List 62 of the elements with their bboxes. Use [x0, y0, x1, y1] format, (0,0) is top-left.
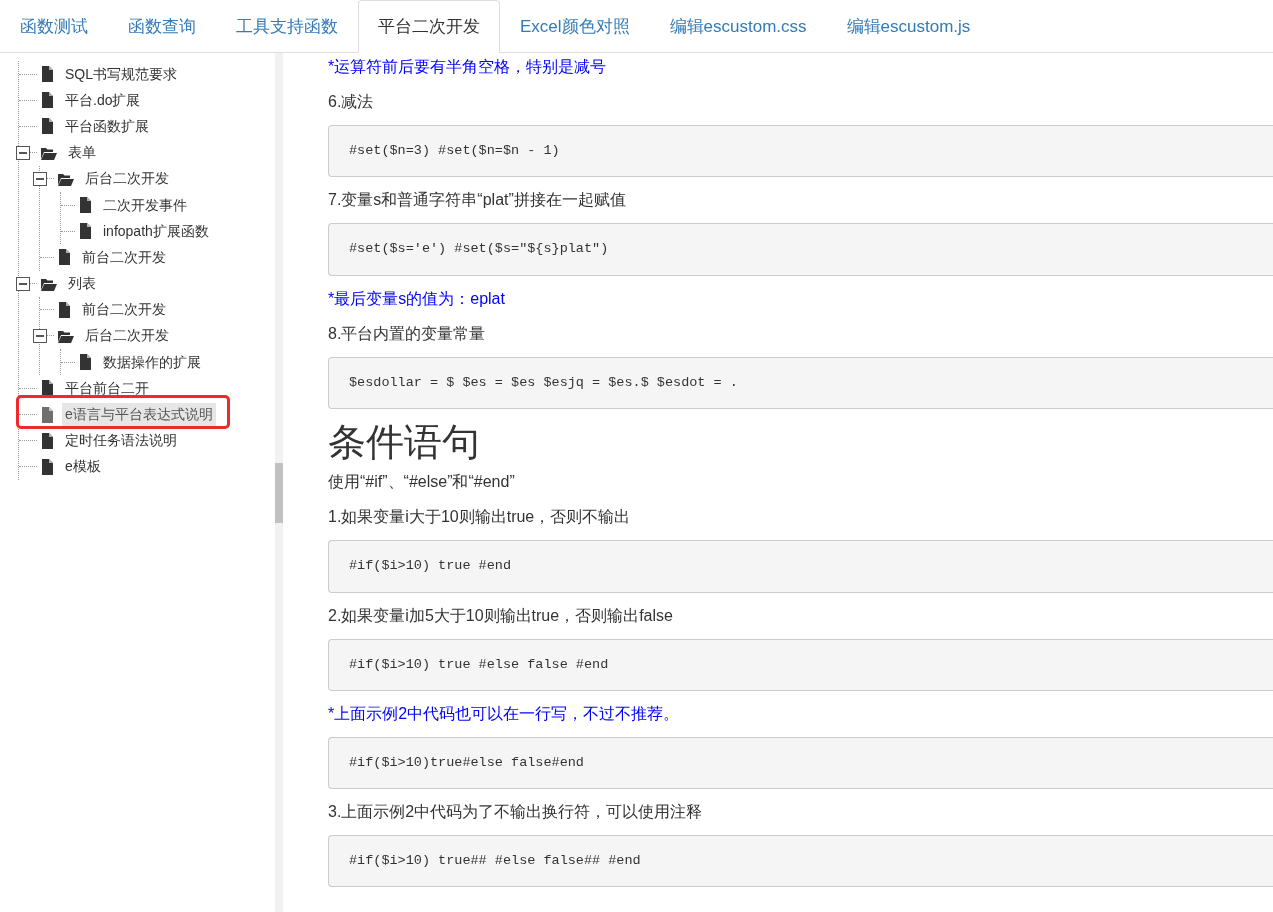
tab[interactable]: 函数查询 [108, 0, 216, 53]
code-block: $esdollar = $ $es = $es $esjq = $es.$ $esdot = . [328, 356, 1273, 409]
file-icon [41, 458, 54, 475]
tree-item[interactable]: 平台.do扩展 [62, 88, 144, 112]
file-icon [41, 92, 54, 109]
file-icon [41, 432, 54, 449]
tab[interactable]: 平台二次开发 [358, 0, 500, 53]
file-icon [58, 249, 71, 266]
tree-item[interactable]: infopath扩展函数 [100, 219, 212, 243]
code-block: #if($i>10)true#else false#end [328, 736, 1273, 790]
tab[interactable]: 工具支持函数 [216, 0, 358, 53]
collapse-toggle[interactable] [16, 276, 30, 291]
file-icon [41, 118, 54, 135]
tree-item[interactable]: SQL书写规范要求 [62, 62, 180, 86]
tab[interactable]: 编辑escustom.js [826, 0, 991, 53]
tab[interactable]: 编辑escustom.css [649, 0, 827, 53]
section-heading: 条件语句 [328, 419, 481, 465]
paragraph: 3.上面示例2中代码为了不输出换行符，可以使用注释 [328, 802, 704, 823]
tree-item[interactable]: 定时任务语法说明 [62, 429, 180, 453]
paragraph: 6.减法 [328, 92, 375, 112]
tree-item[interactable]: 表单 [65, 141, 99, 165]
note-text: *最后变量s的值为：eplat [328, 288, 506, 309]
collapse-toggle[interactable] [16, 145, 30, 160]
tree-item[interactable]: 前台二次开发 [79, 298, 169, 322]
paragraph: 2.如果变量i加5大于10则输出true，否则输出false [328, 605, 674, 626]
note-text: *运算符前后要有半角空格，特别是减号 [328, 57, 608, 77]
file-icon [41, 406, 54, 423]
code-block: #if($i>10) true## #else false## #end [328, 835, 1273, 888]
tree-item[interactable]: e语言与平台表达式说明 [62, 403, 216, 427]
open-folder-icon [41, 276, 57, 291]
file-icon [79, 197, 92, 214]
code-block: #if($i>10) true #else false #end [328, 638, 1273, 691]
paragraph: 8.平台内置的变量常量 [328, 323, 487, 344]
tree-item[interactable]: 后台二次开发 [82, 167, 172, 191]
open-folder-icon [58, 328, 74, 343]
open-folder-icon [58, 171, 74, 186]
paragraph: 7.变量s和普通字符串“plat”拼接在一起赋值 [328, 190, 627, 211]
code-block: #set($s='e') #set($s="${s}plat") [328, 223, 1273, 276]
tree-item[interactable]: 后台二次开发 [82, 324, 172, 348]
paragraph: 1.如果变量i大于10则输出true，否则不输出 [328, 507, 632, 528]
paragraph: 使用“#if”、“#else”和“#end” [328, 472, 516, 493]
tree-item[interactable]: 列表 [65, 272, 99, 296]
collapse-toggle[interactable] [33, 171, 47, 186]
tab[interactable]: Excel颜色对照 [500, 0, 650, 53]
tab[interactable]: 函数测试 [0, 0, 108, 53]
tree-item[interactable]: 前台二次开发 [79, 245, 169, 269]
file-icon [79, 354, 92, 371]
file-icon [41, 380, 54, 397]
collapse-toggle[interactable] [33, 328, 47, 343]
code-block: #set($n=3) #set($n=$n - 1) [328, 125, 1273, 178]
open-folder-icon [41, 145, 57, 160]
tree-item[interactable]: 平台前台二开 [62, 376, 152, 400]
tree-item[interactable]: 平台函数扩展 [62, 114, 152, 138]
file-icon [79, 223, 92, 240]
file-icon [58, 301, 71, 318]
tree-item[interactable]: 二次开发事件 [100, 193, 190, 217]
note-text: *上面示例2中代码也可以在一行写，不过不推荐。 [328, 703, 681, 724]
scrollbar-thumb[interactable] [275, 463, 283, 523]
code-block: #if($i>10) true #end [328, 540, 1273, 593]
file-icon [41, 66, 54, 83]
tree-item[interactable]: 数据操作的扩展 [100, 350, 204, 374]
tree-item[interactable]: e模板 [62, 455, 104, 479]
